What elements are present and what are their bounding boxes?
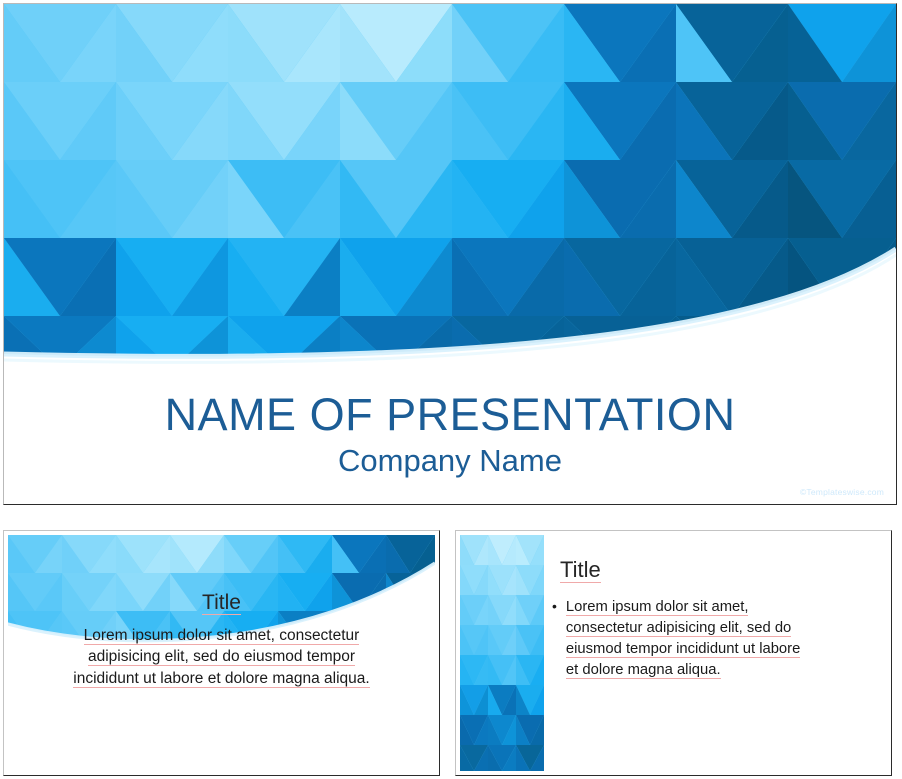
- thumbnail-left-body-line: adipisicing elit, sed do eiusmod tempor: [87, 648, 356, 667]
- thumbnail-right-body-line: consectetur adipisicing elit, sed do: [565, 620, 792, 637]
- template-preview-page: NAME OF PRESENTATION Company Name ©Templ…: [0, 0, 902, 779]
- polygon-sidebar-artwork-right: [460, 535, 544, 771]
- thumbnail-right-body-line: eiusmod tempor incididunt ut labore: [565, 641, 801, 658]
- polygon-banner-artwork: [4, 4, 896, 369]
- thumbnail-left-body[interactable]: Lorem ipsum dolor sit amet, consectetur …: [26, 625, 417, 689]
- layout-thumbnail-bulleted-text[interactable]: Title • Lorem ipsum dolor sit amet, cons…: [455, 530, 892, 776]
- thumbnail-right-title-text: Title: [560, 557, 601, 583]
- thumbnail-right-body: Lorem ipsum dolor sit amet, consectetur …: [565, 597, 801, 681]
- title-text-block: NAME OF PRESENTATION Company Name: [4, 392, 896, 476]
- presentation-title[interactable]: NAME OF PRESENTATION: [4, 392, 896, 437]
- thumbnail-left-body-line: incididunt ut labore et dolore magna ali…: [73, 669, 370, 688]
- thumbnail-left-title[interactable]: Title: [8, 591, 435, 615]
- bullet-marker-icon: •: [552, 598, 557, 614]
- layout-thumbnail-centered-text[interactable]: Title Lorem ipsum dolor sit amet, consec…: [3, 530, 440, 776]
- main-title-slide[interactable]: NAME OF PRESENTATION Company Name ©Templ…: [3, 3, 897, 505]
- templateswise-watermark: ©Templateswise.com: [799, 487, 884, 497]
- thumbnail-right-body-line: Lorem ipsum dolor sit amet,: [565, 599, 749, 616]
- thumbnail-left-body-line: Lorem ipsum dolor sit amet, consectetur: [83, 627, 360, 645]
- thumbnail-left-title-text: Title: [202, 591, 241, 615]
- thumbnail-right-title[interactable]: Title: [560, 557, 601, 583]
- thumbnail-left-canvas: Title Lorem ipsum dolor sit amet, consec…: [8, 535, 435, 771]
- company-name-subtitle[interactable]: Company Name: [4, 445, 896, 476]
- thumbnail-right-canvas: Title • Lorem ipsum dolor sit amet, cons…: [460, 535, 887, 771]
- thumbnail-right-bullet-item[interactable]: • Lorem ipsum dolor sit amet, consectetu…: [552, 597, 877, 681]
- thumbnail-right-body-line: et dolore magna aliqua.: [565, 662, 721, 679]
